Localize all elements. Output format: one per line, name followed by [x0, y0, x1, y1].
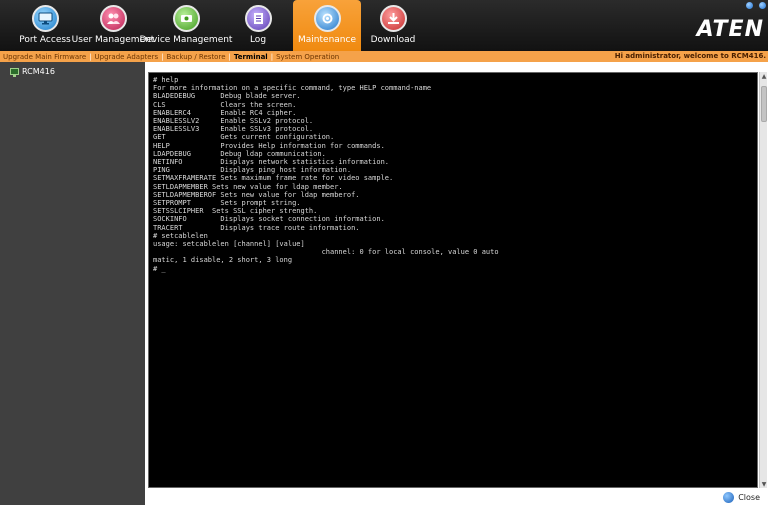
aten-logo: ATEN [696, 17, 764, 42]
nav-download[interactable]: Download [367, 0, 419, 51]
top-navigation-bar: Port Access User Management Device Manag… [0, 0, 768, 51]
monitor-icon [31, 5, 59, 32]
window-control-icon[interactable] [759, 2, 766, 9]
tree-item-label: RCM416 [22, 66, 55, 76]
terminal-output: # help For more information on a specifi… [153, 76, 499, 273]
welcome-message: Hi administrator, welcome to RCM416. [614, 52, 766, 60]
nav-label: Log [249, 35, 267, 45]
subnav-system-operation[interactable]: System Operation [273, 53, 342, 61]
nav-label: Maintenance [298, 35, 356, 45]
device-gear-icon [172, 5, 200, 32]
download-icon [379, 5, 407, 32]
subnav-upgrade-main-firmware[interactable]: Upgrade Main Firmware [0, 53, 89, 61]
nav-port-access[interactable]: Port Access [14, 0, 76, 51]
nav-log[interactable]: Log [240, 0, 276, 51]
nav-device-management[interactable]: Device Management [140, 0, 232, 51]
nav-label: Download [370, 35, 416, 45]
subnav-backup-restore[interactable]: Backup / Restore [163, 53, 228, 61]
nav-user-management[interactable]: User Management [72, 0, 154, 51]
tree-item-rcm416[interactable]: RCM416 [0, 65, 145, 77]
log-icon [244, 5, 272, 32]
subnav-upgrade-adapters[interactable]: Upgrade Adapters [92, 53, 162, 61]
window-controls [746, 2, 766, 9]
scroll-up-arrow-icon[interactable]: ▲ [760, 72, 768, 80]
app-window: Port Access User Management Device Manag… [0, 0, 768, 505]
sub-navigation-bar: Upgrade Main Firmware | Upgrade Adapters… [0, 51, 768, 62]
device-icon [10, 67, 19, 77]
scroll-down-arrow-icon[interactable]: ▼ [760, 480, 768, 488]
terminal-console[interactable]: # help For more information on a specifi… [148, 72, 758, 488]
terminal-scrollbar[interactable]: ▲ ▼ [759, 72, 767, 488]
nav-label: Port Access [19, 35, 71, 45]
maintenance-icon [313, 5, 341, 32]
close-icon [723, 492, 735, 503]
close-label: Close [738, 493, 760, 502]
sidebar: RCM416 [0, 62, 145, 505]
nav-label: Device Management [139, 35, 233, 45]
users-icon [99, 5, 127, 32]
nav-maintenance[interactable]: Maintenance [293, 0, 361, 51]
close-button[interactable]: Close [723, 492, 760, 503]
subnav-terminal[interactable]: Terminal [231, 53, 271, 61]
window-control-icon[interactable] [746, 2, 753, 9]
main-panel: # help For more information on a specifi… [145, 62, 768, 505]
scroll-thumb[interactable] [761, 86, 767, 122]
